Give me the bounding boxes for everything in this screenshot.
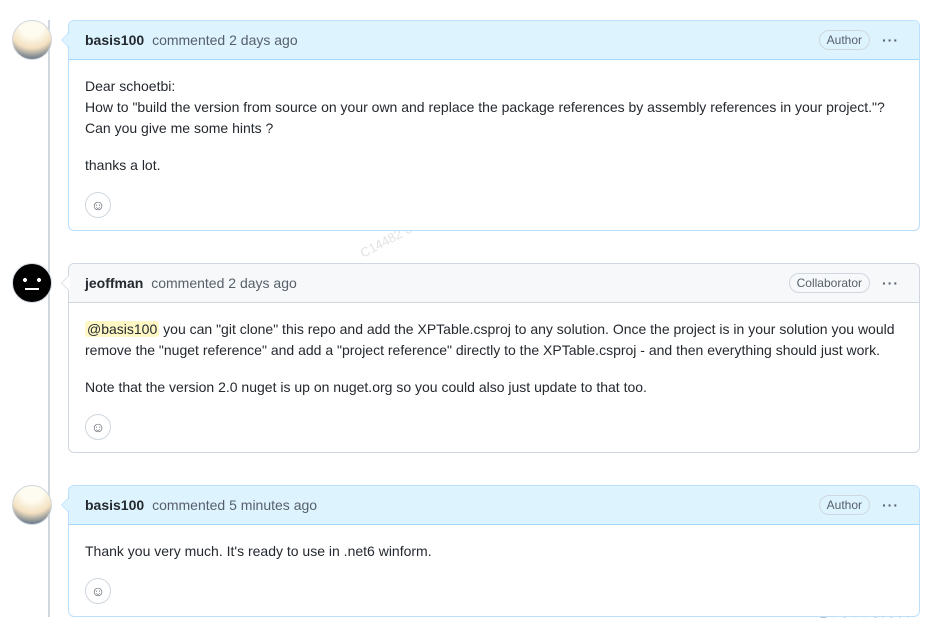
comment-body: Thank you very much. It's ready to use i…: [69, 525, 919, 578]
comment-header: basis100 commented 2 days ago Author ···: [69, 21, 919, 60]
comment-timestamp[interactable]: 5 minutes ago: [229, 497, 317, 513]
comment-timestamp[interactable]: 2 days ago: [228, 275, 297, 291]
body-line: thanks a lot.: [85, 155, 903, 176]
comment-container: basis100 commented 2 days ago Author ···…: [68, 20, 920, 231]
body-line: Note that the version 2.0 nuget is up on…: [85, 377, 903, 398]
commented-label: commented: [152, 497, 225, 513]
body-line: Dear schoetbi:: [85, 78, 175, 94]
comment-item: basis100 commented 5 minutes ago Author …: [12, 485, 920, 617]
comment-timeline: basis100 commented 2 days ago Author ···…: [12, 20, 920, 617]
comment-actions-menu[interactable]: ···: [878, 272, 903, 294]
comment-item: jeoffman commented 2 days ago Collaborat…: [12, 263, 920, 453]
reactions-bar: ☺: [69, 578, 919, 616]
reactions-bar: ☺: [69, 414, 919, 452]
comment-author-link[interactable]: jeoffman: [85, 275, 143, 291]
comment-container: jeoffman commented 2 days ago Collaborat…: [68, 263, 920, 453]
comment-actions-menu[interactable]: ···: [878, 29, 903, 51]
role-badge-author: Author: [819, 495, 870, 515]
comment-item: basis100 commented 2 days ago Author ···…: [12, 20, 920, 231]
avatar[interactable]: [12, 20, 52, 60]
comment-header: basis100 commented 5 minutes ago Author …: [69, 486, 919, 525]
body-line: Can you give me some hints ?: [85, 120, 273, 136]
role-badge-author: Author: [819, 30, 870, 50]
role-badge-collaborator: Collaborator: [789, 273, 870, 293]
avatar[interactable]: [12, 485, 52, 525]
comment-actions-menu[interactable]: ···: [878, 494, 903, 516]
commented-label: commented: [151, 275, 224, 291]
comment-header: jeoffman commented 2 days ago Collaborat…: [69, 264, 919, 303]
add-reaction-button[interactable]: ☺: [85, 578, 111, 604]
comment-body: Dear schoetbi: How to "build the version…: [69, 60, 919, 192]
add-reaction-button[interactable]: ☺: [85, 414, 111, 440]
comment-author-link[interactable]: basis100: [85, 497, 144, 513]
comment-timestamp[interactable]: 2 days ago: [229, 32, 298, 48]
body-line: you can "git clone" this repo and add th…: [85, 321, 895, 358]
comment-body: @basis100 you can "git clone" this repo …: [69, 303, 919, 414]
user-mention[interactable]: @basis100: [85, 321, 159, 337]
body-line: Thank you very much. It's ready to use i…: [85, 541, 903, 562]
add-reaction-button[interactable]: ☺: [85, 192, 111, 218]
avatar[interactable]: [12, 263, 52, 303]
reactions-bar: ☺: [69, 192, 919, 230]
body-line: How to "build the version from source on…: [85, 99, 885, 115]
commented-label: commented: [152, 32, 225, 48]
comment-container: basis100 commented 5 minutes ago Author …: [68, 485, 920, 617]
comment-author-link[interactable]: basis100: [85, 32, 144, 48]
